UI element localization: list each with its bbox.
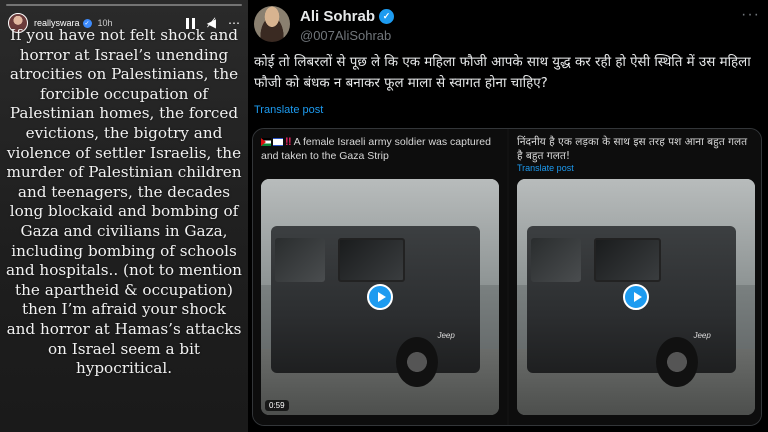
play-button-icon[interactable] (623, 284, 649, 310)
jeep-window-front (337, 237, 405, 282)
story-text: If you have not felt shock and horror at… (6, 26, 242, 378)
avatar[interactable] (254, 6, 290, 42)
media-panel-right[interactable]: निंदनीय है एक लड़का के साथ इस तरह पश आना… (509, 129, 761, 425)
media-caption-left-text: A female Israeli army soldier was captur… (261, 136, 491, 162)
video-duration: 0:59 (265, 400, 289, 411)
jeep-logo-text: Jeep (693, 331, 711, 341)
verified-badge-icon: ✓ (379, 9, 395, 24)
author-name-text[interactable]: Ali Sohrab (300, 8, 375, 25)
jeep-window-rear (274, 237, 325, 282)
translate-post-link[interactable]: Translate post (517, 163, 574, 173)
media-caption-right: निंदनीय है एक लड़का के साथ इस तरह पश आना… (517, 136, 748, 162)
story-progress-bar (6, 4, 242, 6)
israel-flag-icon (273, 138, 283, 146)
jeep-window-rear (530, 237, 581, 282)
jeep-window-front (593, 237, 661, 282)
translate-post-link[interactable]: Translate post (254, 104, 323, 116)
tweet-text: कोई तो लिबरलों से पूछ ले कि एक महिला फौज… (254, 55, 751, 91)
media-panel-left[interactable]: ‼ A female Israeli army soldier was captu… (253, 129, 507, 425)
more-options-icon[interactable]: ··· (741, 6, 760, 24)
tweet-author-name[interactable]: Ali Sohrab ✓ (300, 8, 395, 25)
story-panel: reallyswara ✓ 10h ◀̸ ⋯ If you have not f… (0, 0, 248, 432)
double-exclamation-icon: ‼ (285, 136, 292, 148)
video-thumbnail-left[interactable]: Jeep 0:59 (261, 179, 499, 415)
tweet-panel: Ali Sohrab ✓ @007AliSohrab ··· कोई तो लि… (248, 0, 768, 432)
play-button-icon[interactable] (367, 284, 393, 310)
tweet-author-handle[interactable]: @007AliSohrab (300, 28, 391, 43)
video-thumbnail-right[interactable]: Jeep (517, 179, 755, 415)
tweet-media: ‼ A female Israeli army soldier was captu… (252, 128, 762, 426)
palestine-flag-icon (261, 138, 271, 146)
jeep-wheel (396, 337, 439, 388)
media-caption-left: ‼ A female Israeli army soldier was captu… (261, 135, 499, 163)
jeep-logo-text: Jeep (437, 331, 455, 341)
